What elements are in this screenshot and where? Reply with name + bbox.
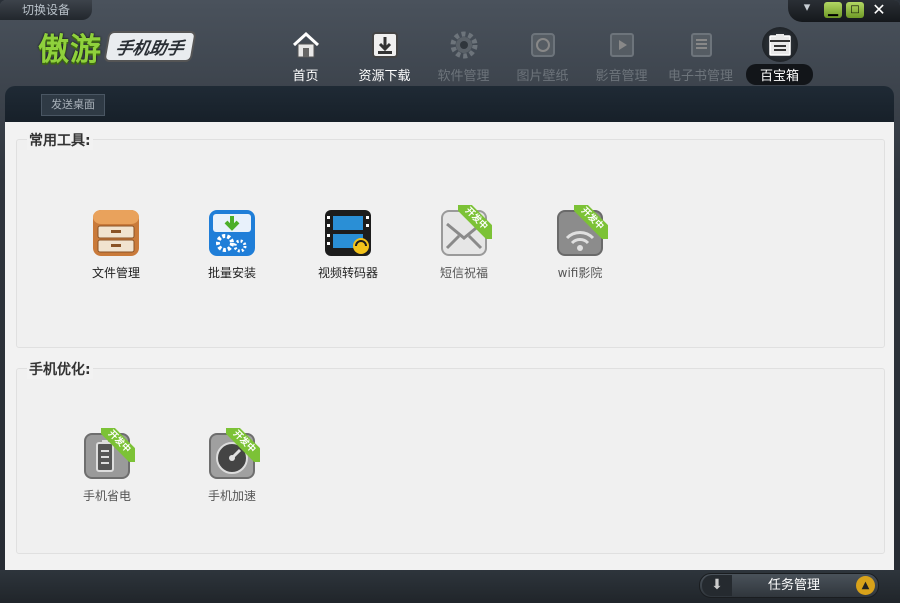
menu-dropdown-icon[interactable]: ▾ — [798, 0, 816, 16]
tool-file-manager[interactable]: 文件管理 — [71, 208, 161, 281]
tool-label: 文件管理 — [91, 266, 140, 280]
in-development-badge: 开发中 — [101, 428, 135, 462]
tool-label: 手机省电 — [82, 489, 131, 503]
minimize-button[interactable]: ▁ — [824, 2, 842, 18]
switch-device-button[interactable]: 切换设备 — [0, 0, 92, 20]
nav-item-home[interactable]: 首页 — [266, 27, 345, 85]
app-window: 切换设备 傲游 手机助手 ▾ ▁ □ ✕ 首页 资源下载 软件管理 图片壁纸 影… — [0, 0, 900, 603]
nav-label: 首页 — [292, 69, 319, 84]
logo-main-text: 傲游 — [38, 31, 102, 68]
nav-item-media[interactable]: 影音管理 — [582, 27, 661, 85]
gear-icon — [446, 27, 482, 63]
in-development-badge: 开发中 — [574, 205, 608, 239]
tool-label: wifi影院 — [557, 266, 603, 280]
nav-item-ebook[interactable]: 电子书管理 — [661, 27, 740, 85]
logo-sub-text: 手机助手 — [103, 30, 197, 62]
app-logo: 傲游 手机助手 — [38, 26, 197, 68]
toolbar: 发送桌面 — [5, 86, 894, 122]
nav-item-software[interactable]: 软件管理 — [424, 27, 503, 85]
status-bar: ⬇ 任务管理 ▲ — [0, 570, 900, 603]
phone-optimize-section: 手机优化: 开发中 手机省电 开发中 手机加速 — [16, 359, 885, 554]
in-development-badge: 开发中 — [226, 428, 260, 462]
download-queue-icon: ⬇ — [702, 575, 732, 596]
film-icon — [604, 27, 640, 63]
common-tools-section: 常用工具: 文件管理 批量安装 视频转码器 开发中 短信祝福 开发中 wifi影… — [16, 130, 885, 348]
nav-item-toolbox[interactable]: 百宝箱 — [740, 27, 819, 85]
tool-video-converter[interactable]: 视频转码器 — [303, 208, 393, 281]
tool-wifi-cinema[interactable]: 开发中 wifi影院 — [535, 205, 625, 281]
tool-sms-greeting[interactable]: 开发中 短信祝福 — [419, 205, 509, 281]
picture-icon — [525, 27, 561, 63]
nav-item-download[interactable]: 资源下载 — [345, 27, 424, 85]
tool-label: 短信祝福 — [439, 266, 488, 280]
tool-batch-install[interactable]: 批量安装 — [187, 208, 277, 281]
tool-label: 手机加速 — [207, 489, 256, 503]
download-icon — [367, 27, 403, 63]
section-title: 手机优化: — [27, 359, 93, 379]
home-icon — [288, 27, 324, 63]
send-to-desktop-button[interactable]: 发送桌面 — [41, 94, 105, 116]
maximize-button[interactable]: □ — [846, 2, 864, 18]
toolbox-content: 常用工具: 文件管理 批量安装 视频转码器 开发中 短信祝福 开发中 wifi影… — [5, 122, 894, 570]
task-manager-label: 任务管理 — [767, 578, 820, 593]
section-title: 常用工具: — [27, 130, 93, 150]
tool-phone-speedup[interactable]: 开发中 手机加速 — [187, 428, 277, 504]
expand-up-icon[interactable]: ▲ — [856, 576, 875, 595]
nav-label: 百宝箱 — [745, 64, 813, 85]
tool-battery-saver[interactable]: 开发中 手机省电 — [62, 428, 152, 504]
task-manager-button[interactable]: ⬇ 任务管理 ▲ — [699, 573, 879, 598]
nav-label: 电子书管理 — [667, 69, 733, 84]
nav-label: 图片壁纸 — [516, 69, 569, 84]
batch-install-icon — [207, 208, 257, 258]
toolbox-icon — [761, 27, 798, 62]
close-button[interactable]: ✕ — [870, 2, 888, 18]
video-converter-icon — [323, 208, 373, 258]
nav-item-wallpaper[interactable]: 图片壁纸 — [503, 27, 582, 85]
nav-label: 软件管理 — [437, 69, 490, 84]
battery-saver-icon: 开发中 — [82, 428, 135, 481]
in-development-badge: 开发中 — [458, 205, 492, 239]
window-controls: ▾ ▁ □ ✕ — [788, 0, 900, 22]
book-icon — [683, 27, 719, 63]
file-cabinet-icon — [91, 208, 141, 258]
sms-greeting-icon: 开发中 — [439, 205, 492, 258]
nav-label: 影音管理 — [595, 69, 648, 84]
wifi-cinema-icon: 开发中 — [555, 205, 608, 258]
main-nav: 首页 资源下载 软件管理 图片壁纸 影音管理 电子书管理 百宝箱 — [266, 27, 819, 85]
speedometer-icon: 开发中 — [207, 428, 260, 481]
tool-label: 批量安装 — [207, 266, 256, 280]
nav-label: 资源下载 — [358, 69, 411, 84]
tool-label: 视频转码器 — [317, 266, 378, 280]
